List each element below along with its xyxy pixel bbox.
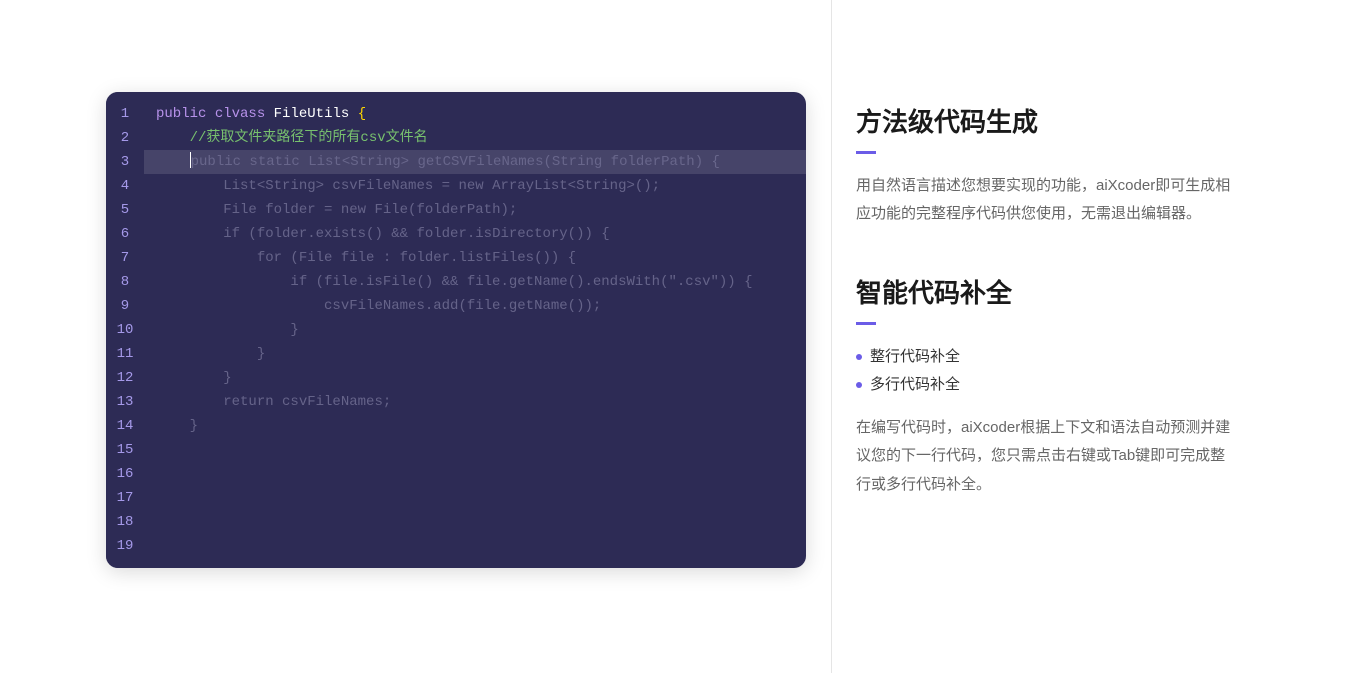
line-number: 6: [106, 222, 144, 246]
line-number: 12: [106, 366, 144, 390]
code-line: [156, 486, 794, 510]
line-number: 1: [106, 102, 144, 126]
code-content[interactable]: public clvass FileUtils { //获取文件夹路径下的所有c…: [144, 92, 806, 568]
line-number-gutter: 1 2 3 4 5 6 7 8 9 10 11 12 13 14 15 16 1…: [106, 92, 144, 568]
line-number: 2: [106, 126, 144, 150]
bullet-dot-icon: [856, 382, 862, 388]
code-line: }: [156, 318, 794, 342]
line-number: 8: [106, 270, 144, 294]
code-line: }: [156, 342, 794, 366]
code-line: File folder = new File(folderPath);: [156, 198, 794, 222]
bullet-list: 整行代码补全 多行代码补全: [856, 343, 1240, 400]
code-line: if (file.isFile() && file.getName().ends…: [156, 270, 794, 294]
line-number: 11: [106, 342, 144, 366]
code-line: [156, 462, 794, 486]
feature-section-completion: 智能代码补全 整行代码补全 多行代码补全 在编写代码时，aiXcoder根据上下…: [856, 273, 1240, 500]
code-line: //获取文件夹路径下的所有csv文件名: [156, 126, 794, 150]
line-number: 16: [106, 462, 144, 486]
line-number: 10: [106, 318, 144, 342]
code-line: if (folder.exists() && folder.isDirector…: [156, 222, 794, 246]
code-line: List<String> csvFileNames = new ArrayLis…: [156, 174, 794, 198]
code-line: [156, 510, 794, 534]
line-number: 7: [106, 246, 144, 270]
code-line: csvFileNames.add(file.getName());: [156, 294, 794, 318]
line-number: 4: [106, 174, 144, 198]
code-line: [156, 534, 794, 558]
line-number: 14: [106, 414, 144, 438]
bullet-item: 整行代码补全: [856, 343, 1240, 372]
bullet-text: 多行代码补全: [870, 371, 960, 400]
bullet-item: 多行代码补全: [856, 371, 1240, 400]
vertical-divider: [831, 0, 832, 673]
title-underline: [856, 322, 876, 325]
features-panel: 方法级代码生成 用自然语言描述您想要实现的功能，aiXcoder即可生成相应功能…: [856, 92, 1346, 544]
line-number: 18: [106, 510, 144, 534]
line-number: 9: [106, 294, 144, 318]
section-title: 方法级代码生成: [856, 102, 1240, 139]
code-line-active: public static List<String> getCSVFileNam…: [144, 150, 806, 174]
code-line: for (File file : folder.listFiles()) {: [156, 246, 794, 270]
bullet-dot-icon: [856, 354, 862, 360]
line-number: 19: [106, 534, 144, 558]
section-title: 智能代码补全: [856, 273, 1240, 310]
feature-section-generation: 方法级代码生成 用自然语言描述您想要实现的功能，aiXcoder即可生成相应功能…: [856, 102, 1240, 229]
code-line: }: [156, 414, 794, 438]
line-number: 5: [106, 198, 144, 222]
section-description: 在编写代码时，aiXcoder根据上下文和语法自动预测并建议您的下一行代码，您只…: [856, 414, 1240, 500]
title-underline: [856, 151, 876, 154]
main-container: 1 2 3 4 5 6 7 8 9 10 11 12 13 14 15 16 1…: [0, 92, 1346, 568]
section-description: 用自然语言描述您想要实现的功能，aiXcoder即可生成相应功能的完整程序代码供…: [856, 172, 1240, 229]
code-line: [156, 438, 794, 462]
code-line: return csvFileNames;: [156, 390, 794, 414]
line-number: 13: [106, 390, 144, 414]
line-number: 17: [106, 486, 144, 510]
code-line: public clvass FileUtils {: [156, 102, 794, 126]
bullet-text: 整行代码补全: [870, 343, 960, 372]
line-number: 3: [106, 150, 144, 174]
code-line: }: [156, 366, 794, 390]
code-editor[interactable]: 1 2 3 4 5 6 7 8 9 10 11 12 13 14 15 16 1…: [106, 92, 806, 568]
line-number: 15: [106, 438, 144, 462]
